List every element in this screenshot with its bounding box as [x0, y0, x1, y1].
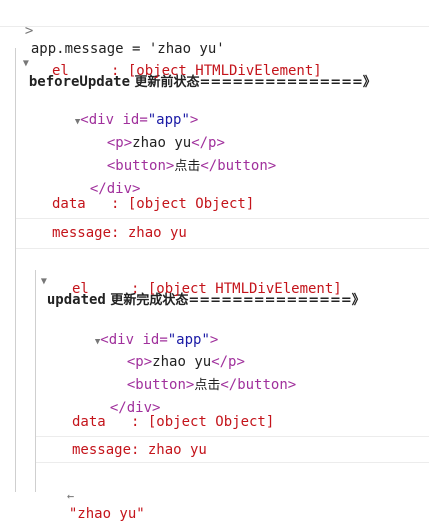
separator — [36, 462, 429, 463]
dom-node-button[interactable]: <button>点击</button> — [110, 358, 296, 393]
log-message-line: message: zhao yu — [52, 225, 187, 241]
return-value: "zhao yu" — [68, 506, 145, 522]
expand-triangle-icon[interactable]: ▼ — [41, 276, 47, 287]
return-arrow-icon: ← — [66, 489, 75, 503]
separator — [16, 248, 429, 249]
group-guide-outer — [15, 48, 16, 492]
group-header-updated[interactable]: ▼ updated 更新完成状态===============》 — [24, 253, 365, 308]
separator — [0, 26, 429, 27]
expand-triangle-icon[interactable]: ▼ — [23, 58, 29, 69]
dom-node-div[interactable]: ▼<div id="app"> — [58, 93, 198, 128]
log-data-line: data : [object Object] — [72, 414, 275, 430]
log-el-line: el : [object HTMLDivElement] — [52, 63, 322, 79]
log-el-line: el : [object HTMLDivElement] — [72, 281, 342, 297]
group-header-before-update[interactable]: ▼ beforeUpdate 更新前状态===============》 — [6, 35, 376, 90]
separator — [36, 436, 429, 437]
dom-node-p[interactable]: <p>zhao yu</p> — [110, 335, 245, 370]
dom-node-div-close[interactable]: </div> — [93, 381, 161, 416]
log-message-line: message: zhao yu — [72, 442, 207, 458]
dom-node-div[interactable]: ▼<div id="app"> — [78, 313, 218, 348]
dom-node-div-close[interactable]: </div> — [73, 162, 141, 197]
console-input-line: > app.message = 'zhao yu' — [8, 4, 225, 57]
dom-node-p[interactable]: <p>zhao yu</p> — [90, 116, 225, 151]
log-data-line: data : [object Object] — [52, 196, 255, 212]
dom-node-button[interactable]: <button>点击</button> — [90, 139, 276, 174]
console-return-line: ← "zhao yu" — [50, 469, 145, 522]
separator — [16, 218, 429, 219]
